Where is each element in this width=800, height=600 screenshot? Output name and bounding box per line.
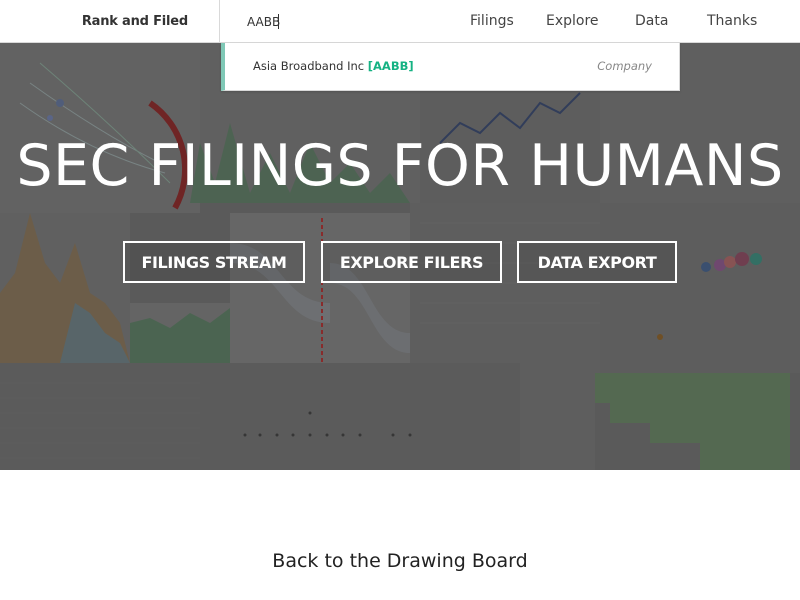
top-navbar: Rank and Filed Filings Explore Data Than…: [0, 0, 800, 43]
search-result-item[interactable]: Asia Broadband Inc [AABB]: [253, 59, 414, 73]
search-results-dropdown: Asia Broadband Inc [AABB] Company: [221, 43, 680, 91]
nav-link-explore[interactable]: Explore: [546, 0, 599, 43]
search-input[interactable]: [221, 0, 421, 43]
nav-link-data[interactable]: Data: [635, 0, 668, 43]
result-company-name: Asia Broadband Inc: [253, 59, 365, 73]
hero-section: SEC FILINGS FOR HUMANS FILINGS STREAM EX…: [0, 43, 800, 470]
nav-link-filings[interactable]: Filings: [470, 0, 514, 43]
back-to-drawing-board-link[interactable]: Back to the Drawing Board: [0, 550, 800, 572]
data-export-button[interactable]: DATA EXPORT: [517, 241, 677, 283]
nav-link-thanks[interactable]: Thanks: [707, 0, 757, 43]
result-type-label: Company: [597, 59, 652, 73]
result-ticker: [AABB]: [367, 59, 414, 73]
explore-filers-button[interactable]: EXPLORE FILERS: [321, 241, 502, 283]
text-cursor: [278, 14, 279, 29]
brand-link[interactable]: Rank and Filed: [0, 0, 220, 43]
hero-title: SEC FILINGS FOR HUMANS: [16, 133, 784, 199]
filings-stream-button[interactable]: FILINGS STREAM: [123, 241, 305, 283]
